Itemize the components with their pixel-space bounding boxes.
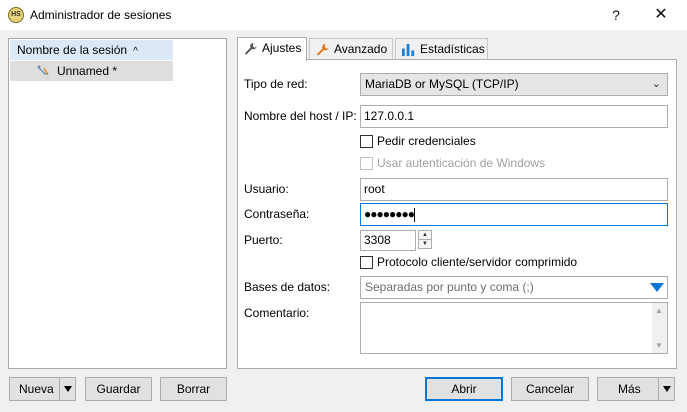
open-button[interactable]: Abrir [425,377,503,401]
session-item-label: Unnamed * [57,64,118,78]
cancel-button[interactable]: Cancelar [511,377,589,401]
bar-chart-icon [401,43,415,57]
password-value: ●●●●●●●● [364,207,415,221]
window-title: Administrador de sesiones [30,8,172,22]
port-value: 3308 [364,233,391,247]
databases-label: Bases de datos: [244,280,331,294]
close-button[interactable]: ✕ [651,5,671,25]
tab-estadisticas[interactable]: Estadísticas [395,38,488,60]
password-label: Contraseña: [244,207,310,221]
scroll-up-icon[interactable]: ▲ [655,306,663,315]
comment-textarea[interactable]: ▲ ▼ [360,302,668,354]
delete-button[interactable]: Borrar [160,377,227,401]
host-value: 127.0.0.1 [364,109,415,123]
tab-label: Estadísticas [420,42,485,56]
prompt-credentials-label: Pedir credenciales [377,134,476,148]
new-session-label: Nueva [19,382,54,396]
windows-auth-label: Usar autenticación de Windows [377,156,546,170]
session-tree[interactable]: Nombre de la sesión ^ Unnamed * [8,38,227,369]
compressed-protocol-label: Protocolo cliente/servidor comprimido [377,255,578,269]
tab-label: Avanzado [334,42,388,56]
title-bar: HS Administrador de sesiones ? ✕ [0,0,687,30]
chevron-down-icon: ⌄ [651,78,661,90]
app-logo-icon: HS [8,7,24,23]
dropdown-arrow-icon [663,386,671,392]
databases-placeholder: Separadas por punto y coma (;) [365,280,534,294]
password-input[interactable]: ●●●●●●●● [360,203,668,226]
tab-ajustes[interactable]: Ajustes [237,37,307,61]
user-input[interactable]: root [360,178,668,201]
network-type-value: MariaDB or MySQL (TCP/IP) [365,77,519,91]
settings-panel: Tipo de red: MariaDB or MySQL (TCP/IP) ⌄… [237,59,677,369]
text-caret [413,207,415,222]
new-session-button[interactable]: Nueva [9,377,76,401]
scrollbar[interactable]: ▲ ▼ [652,303,667,353]
tab-avanzado[interactable]: Avanzado [309,38,393,60]
session-item[interactable]: Unnamed * [10,61,173,81]
more-button[interactable]: Más [597,377,675,401]
port-label: Puerto: [244,233,283,247]
stepper-down-icon[interactable]: ▼ [418,239,432,249]
checkbox-box [360,135,373,148]
comment-label: Comentario: [244,306,310,320]
more-dropdown[interactable] [658,378,674,400]
save-button[interactable]: Guardar [85,377,152,401]
databases-input[interactable]: Separadas por punto y coma (;) [360,276,668,299]
session-column-header-label: Nombre de la sesión [17,43,128,57]
port-stepper[interactable]: ▲ ▼ [418,230,432,251]
sort-ascending-icon: ^ [133,46,138,57]
user-label: Usuario: [244,182,289,196]
new-session-dropdown[interactable] [59,378,75,400]
more-label: Más [618,382,641,396]
session-column-header[interactable]: Nombre de la sesión ^ [10,40,173,60]
host-label: Nombre del host / IP: [244,109,357,123]
scroll-down-icon[interactable]: ▼ [655,341,663,350]
wrench-orange-icon [316,43,329,56]
host-input[interactable]: 127.0.0.1 [360,105,668,128]
wrench-icon [244,42,257,55]
user-value: root [364,182,385,196]
tab-label: Ajustes [262,41,302,55]
dropdown-arrow-icon[interactable] [650,283,664,292]
checkbox-box [360,256,373,269]
port-input[interactable]: 3308 [360,230,416,251]
help-button[interactable]: ? [606,5,626,25]
dropdown-arrow-icon [64,386,72,392]
network-type-select[interactable]: MariaDB or MySQL (TCP/IP) ⌄ [360,73,668,96]
checkbox-box [360,157,373,170]
network-type-label: Tipo de red: [244,77,308,91]
session-icon [37,65,49,76]
